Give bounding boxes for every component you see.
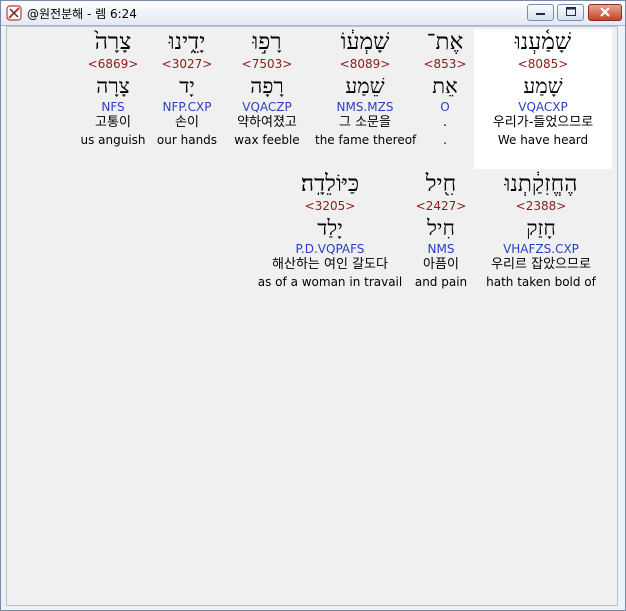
hebrew-word: שָׁמַ֫עְנוּ	[514, 29, 572, 55]
english-gloss: wax feeble	[234, 133, 300, 147]
hebrew-word: שָׁמְע֔וֹ	[340, 29, 390, 55]
strong-number[interactable]: <8089>	[315, 57, 415, 71]
hebrew-word: יָדֵ֑ינוּ	[168, 29, 206, 55]
strong-number[interactable]: <7503>	[227, 57, 307, 71]
english-gloss: the fame thereof	[315, 133, 417, 147]
hebrew-word: חִ֖יל	[425, 171, 457, 197]
english-gloss: our hands	[156, 133, 218, 147]
hebrew-word: כַּיּוֹלֵדָֽה׃	[300, 171, 360, 197]
lemma: אֵת	[432, 74, 458, 98]
word-cell[interactable]: אֶת־ <853> אֵת O . .	[413, 29, 477, 169]
maximize-button[interactable]	[557, 4, 584, 21]
strong-number[interactable]: <3205>	[255, 199, 405, 213]
lemma: יָד	[179, 74, 195, 98]
app-window: @원전분해 - 렘 6:24 שָׁמַ֫עְנוּ <8085> שָׁמַע…	[0, 0, 626, 611]
word-cell[interactable]: צָרָה֙ <6869> צָרָה NFS 고통이 us anguish	[77, 29, 149, 169]
parsing-code: NMS	[427, 242, 455, 256]
lemma: צָרָה	[96, 74, 130, 98]
korean-gloss: .	[442, 115, 448, 130]
english-gloss: .	[443, 133, 447, 147]
minimize-icon	[536, 7, 545, 18]
title-bar[interactable]: @원전분해 - 렘 6:24	[1, 1, 625, 26]
word-cell[interactable]: כַּיּוֹלֵדָֽה׃ <3205> יָלַד P.D.VQPAFS 해…	[255, 171, 405, 311]
korean-gloss: 그 소문을	[339, 115, 391, 130]
parsing-code: VQACXP	[518, 100, 568, 114]
close-button[interactable]	[588, 4, 622, 21]
lemma: חִיל	[427, 216, 455, 240]
hebrew-word: אֶת־	[426, 29, 464, 55]
word-cell[interactable]: יָדֵ֑ינוּ <3027> יָד NFP.CXP 손이 our hand…	[154, 29, 220, 169]
english-gloss: us anguish	[80, 133, 146, 147]
lemma: שֵׁמַע	[345, 74, 385, 98]
parsing-code: P.D.VQPAFS	[295, 242, 365, 256]
korean-gloss: 손이	[175, 115, 199, 130]
word-cell[interactable]: שָׁמַ֫עְנוּ <8085> שָׁמַע VQACXP 우리가-들었으…	[474, 29, 612, 169]
korean-gloss: 우리르 잡았으므로	[491, 257, 591, 272]
korean-gloss: 약하여졌고	[237, 115, 297, 130]
strong-number[interactable]: <6869>	[77, 57, 149, 71]
parsing-code: NFS	[101, 100, 125, 114]
word-cell[interactable]: הֶחֱזִקַ֔תְנוּ <2388> חָזַק VHAFZS.CXP 우…	[477, 171, 605, 311]
word-cell[interactable]: שָׁמְע֔וֹ <8089> שֵׁמַע NMS.MZS 그 소문을 th…	[315, 29, 417, 169]
hebrew-word: צָרָה֙	[94, 29, 132, 55]
lemma: שָׁמַע	[523, 74, 563, 98]
korean-gloss: 우리가-들었으므로	[492, 115, 594, 130]
maximize-icon	[565, 7, 576, 18]
cross-sword-icon	[6, 5, 22, 21]
korean-gloss: 해산하는 여인 갈도다	[272, 257, 388, 272]
word-cell[interactable]: רָפ֣וּ <7503> רָפָה VQACZP 약하여졌고 wax fee…	[227, 29, 307, 169]
lemma: חָזַק	[526, 216, 556, 240]
hebrew-word: הֶחֱזִקַ֔תְנוּ	[504, 171, 578, 197]
english-gloss: and pain	[414, 275, 468, 289]
word-cell[interactable]: חִ֖יל <2427> חִיל NMS 아픔이 and pain	[410, 171, 472, 311]
strong-number[interactable]: <853>	[413, 57, 477, 71]
minimize-button[interactable]	[527, 4, 554, 21]
parsing-code: NFP.CXP	[162, 100, 212, 114]
parsing-code: VQACZP	[242, 100, 292, 114]
parsing-code: O	[440, 100, 450, 114]
close-icon	[600, 6, 610, 19]
strong-number[interactable]: <8085>	[474, 57, 612, 71]
interlinear-view: שָׁמַ֫עְנוּ <8085> שָׁמַע VQACXP 우리가-들었으…	[6, 26, 618, 606]
parsing-code: VHAFZS.CXP	[503, 242, 579, 256]
lemma: רָפָה	[250, 74, 284, 98]
strong-number[interactable]: <2388>	[477, 199, 605, 213]
english-gloss: as of a woman in travail	[257, 275, 403, 289]
english-gloss: hath taken bold of	[486, 275, 596, 289]
lemma: יָלַד	[317, 216, 343, 240]
window-title: @원전분해 - 렘 6:24	[27, 7, 137, 21]
english-gloss: We have heard	[497, 133, 589, 147]
hebrew-word: רָפ֣וּ	[252, 29, 282, 55]
strong-number[interactable]: <2427>	[410, 199, 472, 213]
parsing-code: NMS.MZS	[336, 100, 394, 114]
korean-gloss: 고통이	[95, 115, 131, 130]
korean-gloss: 아픔이	[423, 257, 459, 272]
strong-number[interactable]: <3027>	[154, 57, 220, 71]
